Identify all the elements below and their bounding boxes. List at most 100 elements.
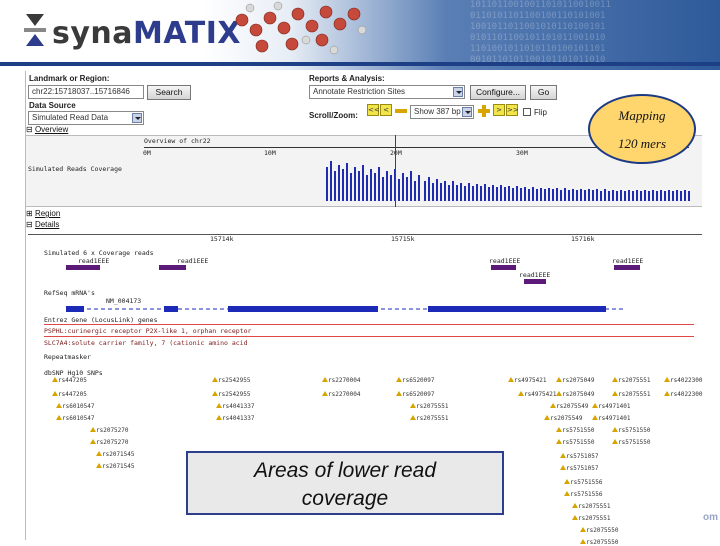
- snp-label: rs5751057: [566, 465, 599, 472]
- low-coverage-text: Areas of lower read coverage: [188, 457, 502, 513]
- scroll-left-button[interactable]: <: [380, 104, 392, 116]
- scroll-right-far-button[interactable]: >>: [506, 104, 519, 116]
- overview-tick-0: 0M: [143, 149, 151, 157]
- snp-label: rs2075270: [96, 427, 129, 434]
- snp-label: rs2075551: [416, 403, 449, 410]
- landmark-label: Landmark or Region:: [29, 74, 110, 83]
- snp-label: rs2542955: [218, 377, 251, 384]
- snp-label: rs2075549: [550, 415, 583, 422]
- read-feature: [614, 265, 640, 270]
- snp-label: rs5751057: [566, 453, 599, 460]
- snp-label: rs2075551: [618, 391, 651, 398]
- read-feature: [159, 265, 186, 270]
- datasource-select[interactable]: Simulated Read Data: [28, 111, 144, 125]
- scroll-left-far-button[interactable]: <<<: [367, 104, 386, 116]
- landmark-input[interactable]: chr22:15718037..15716846: [28, 85, 144, 99]
- tab-details[interactable]: ⊟ Details: [26, 220, 59, 229]
- snp-label: rs4022300: [670, 377, 703, 384]
- snp-label: rs2075270: [96, 439, 129, 446]
- snp-label: rs5751556: [570, 479, 603, 486]
- mapping-callout: Mapping 120 mers: [588, 94, 696, 164]
- chevron-down-icon: [462, 107, 472, 117]
- footer-text: om: [703, 512, 718, 523]
- snp-label: rs5751550: [562, 427, 595, 434]
- snp-label: rs2075551: [578, 503, 611, 510]
- snp-label: rs2075551: [578, 515, 611, 522]
- snp-label: rs4971401: [598, 403, 631, 410]
- header-stripe: [0, 62, 720, 66]
- mapping-callout-line1: Mapping: [618, 108, 666, 123]
- snp-label: rs4971401: [598, 415, 631, 422]
- snp-label: rs5751550: [618, 439, 651, 446]
- zoom-select[interactable]: Show 387 bp: [410, 105, 474, 119]
- entrez-track-label: Entrez Gene (LocusLink) genes: [44, 316, 158, 324]
- snp-label: rs4975421: [514, 377, 547, 384]
- chevron-down-icon: [132, 113, 142, 123]
- read-label: read1EEE: [612, 257, 644, 265]
- current-position-marker: [395, 135, 396, 207]
- mapping-callout-line2: 120 mers: [617, 136, 667, 151]
- snp-label: rs4022300: [670, 391, 703, 398]
- datasource-label: Data Source: [29, 101, 76, 110]
- logo-icon: [24, 14, 46, 46]
- snp-label: rs5751550: [618, 427, 651, 434]
- snp-label: rs4041337: [222, 415, 255, 422]
- read-label: read1EEE: [519, 271, 551, 279]
- details-tick-2: 15715k: [391, 235, 415, 243]
- refseq-track-label: RefSeq mRNA's: [44, 289, 95, 297]
- zoom-out-icon[interactable]: [395, 109, 407, 113]
- low-coverage-line1: Areas of lower read: [253, 459, 437, 482]
- snp-label: rs447205: [58, 391, 87, 398]
- read-feature: [491, 265, 516, 270]
- gene-label: SLC7A4:solute carrier family, 7 (cationi…: [44, 339, 248, 347]
- tab-overview[interactable]: ⊟ Overview: [26, 125, 68, 134]
- snp-label: rs6520097: [402, 391, 435, 398]
- snp-label: rs2075550: [586, 527, 619, 534]
- snp-label: rs4041337: [222, 403, 255, 410]
- snp-label: rs2075549: [556, 403, 589, 410]
- snp-label: rs4975421: [524, 391, 557, 398]
- snp-label: rs2075550: [586, 539, 619, 546]
- chevron-down-icon: [453, 87, 463, 97]
- gene-label: PSPHL:curinergic receptor P2X-like 1, or…: [44, 327, 252, 335]
- read-feature: [66, 265, 100, 270]
- gene-feature-line: [44, 324, 694, 325]
- snp-label: rs2075049: [562, 377, 595, 384]
- tab-region[interactable]: ⊞ Region: [26, 209, 60, 218]
- go-button[interactable]: Go: [530, 85, 557, 100]
- snp-label: rs5751550: [562, 439, 595, 446]
- search-button[interactable]: Search: [147, 85, 191, 100]
- read-label: read1EEE: [78, 257, 110, 265]
- reports-label: Reports & Analysis:: [309, 74, 385, 83]
- flip-checkbox[interactable]: [523, 108, 531, 116]
- details-tick-3: 15716k: [571, 235, 595, 243]
- snp-label: rs2075551: [618, 377, 651, 384]
- low-coverage-line2: coverage: [301, 487, 389, 510]
- read-label: read1EEE: [489, 257, 521, 265]
- coverage-track-label: Simulated Reads Coverage: [28, 165, 122, 173]
- snp-label: rs5751556: [570, 491, 603, 498]
- flip-label: Flip: [534, 108, 547, 117]
- snp-label: rs447205: [58, 377, 87, 384]
- snp-label: rs2270004: [328, 391, 361, 398]
- reports-select[interactable]: Annotate Restriction Sites: [309, 85, 465, 99]
- scroll-zoom-label: Scroll/Zoom:: [309, 111, 358, 120]
- binary-pattern: 10110110010011010110010011 0110101101100…: [470, 0, 611, 65]
- configure-button[interactable]: Configure...: [470, 85, 526, 100]
- repeat-track-label: Repeatmasker: [44, 353, 91, 361]
- snp-label: rs6010547: [62, 415, 95, 422]
- read-label: read1EEE: [177, 257, 209, 265]
- details-tick-1: 15714k: [210, 235, 234, 243]
- overview-title: Overview of chr22: [144, 137, 211, 145]
- snp-label: rs2270004: [328, 377, 361, 384]
- snp-label: rs2542955: [218, 391, 251, 398]
- overview-tick-10: 10M: [264, 149, 276, 157]
- zoom-in-icon[interactable]: [478, 105, 490, 117]
- snp-label: rs6010547: [62, 403, 95, 410]
- low-coverage-callout: Areas of lower read coverage: [186, 451, 504, 515]
- logo-wordmark: synaMATIX: [52, 16, 242, 51]
- snp-track-label: dbSNP Hg10 SNPs: [44, 369, 103, 377]
- scroll-right-button[interactable]: >: [493, 104, 505, 116]
- molecule-icon: [235, 1, 367, 55]
- snp-label: rs6520097: [402, 377, 435, 384]
